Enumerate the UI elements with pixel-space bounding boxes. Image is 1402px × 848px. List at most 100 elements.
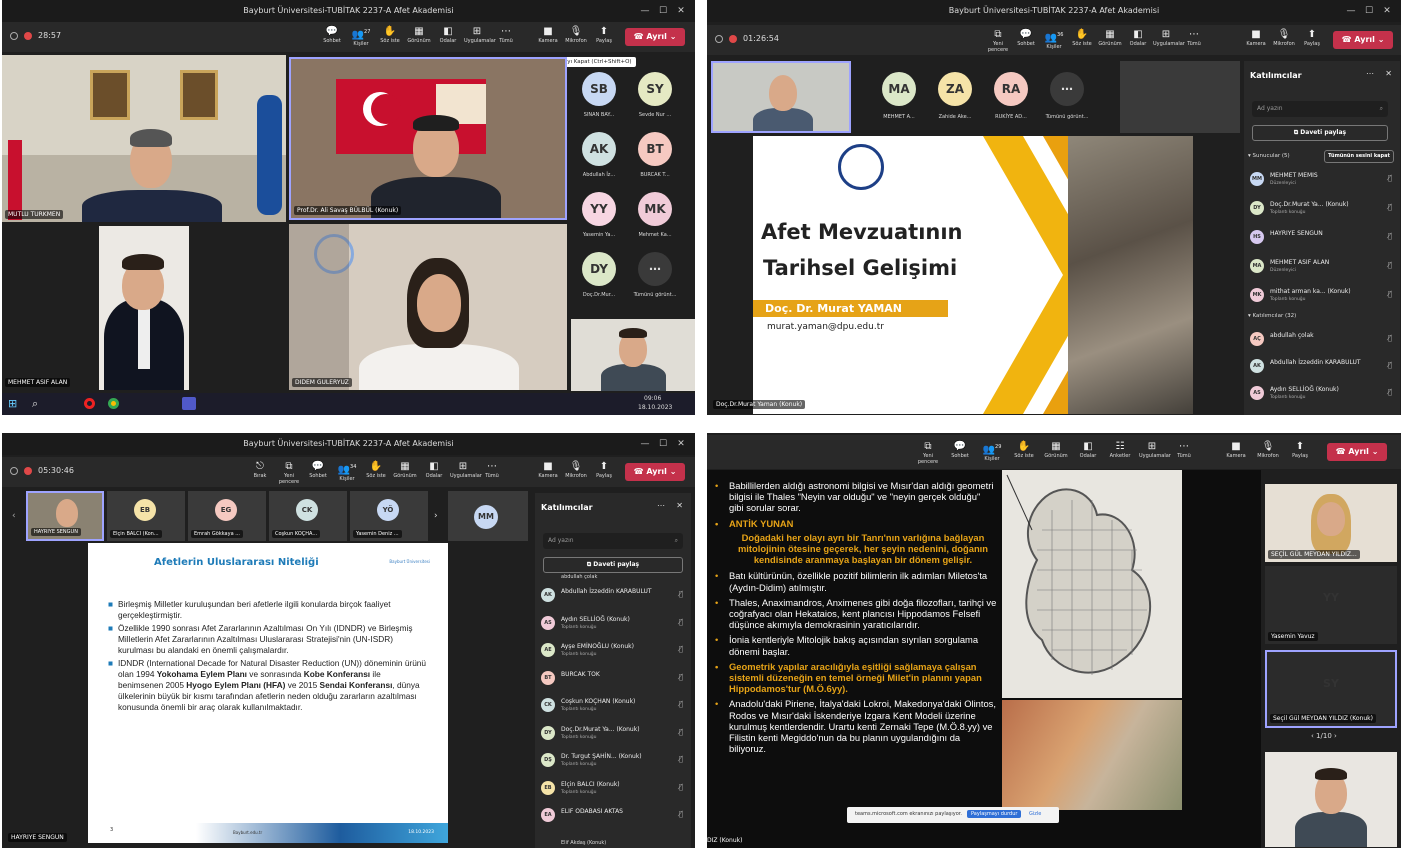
strip-tile[interactable]: YÖ Yasemin Deniz ... [350, 491, 428, 541]
video-tile-mehmet[interactable]: MEHMET ASIF ALAN [2, 224, 286, 390]
toolbar-sohbet-button[interactable]: 💬 Sohbet [947, 441, 973, 459]
avatar-mk[interactable]: MK [638, 192, 672, 226]
toolbar-payla--button[interactable]: ⬆ Paylaş [591, 461, 617, 479]
search-input[interactable]: Ad yazın ⌕ [543, 533, 683, 549]
avatar-sb[interactable]: SB [582, 72, 616, 106]
toolbar-yeni-pencere-button[interactable]: ⧉ Yeni pencere [985, 29, 1011, 53]
toolbar-kamera-button[interactable]: ■ Kamera [535, 461, 561, 479]
more-icon[interactable]: ⋯ [1366, 69, 1374, 78]
avatar-sy[interactable]: SY [638, 72, 672, 106]
toolbar-kamera-button[interactable]: ■ Kamera [1243, 29, 1269, 47]
maximize-button[interactable]: ☐ [655, 433, 671, 455]
avatar-more[interactable]: ⋯ [1050, 72, 1084, 106]
toolbar-s-z-iste-button[interactable]: ✋ Söz iste [1011, 441, 1037, 459]
toolbar-mikrofon-button[interactable]: 🎙 Mikrofon [1255, 441, 1281, 459]
avatar-yy[interactable]: YY [582, 192, 616, 226]
hide-button[interactable]: Gizle [1029, 811, 1041, 817]
participant-row[interactable]: HS HAYRIYE SENGUN 🎙̸ [1250, 227, 1394, 249]
participant-row[interactable]: AK Abdullah İzzeddin KARABULUT 🎙̸ [541, 585, 685, 607]
pager[interactable]: ‹ 1/10 › [1311, 732, 1337, 740]
toolbar-g-r-n-m-button[interactable]: ▦ Görünüm [406, 26, 432, 44]
close-icon[interactable]: ✕ [1385, 69, 1392, 78]
toolbar-kamera-button[interactable]: ■ Kamera [1223, 441, 1249, 459]
toolbar-payla--button[interactable]: ⬆ Paylaş [1287, 441, 1313, 459]
video-tile-self[interactable] [571, 319, 695, 391]
toolbar-kamera-button[interactable]: ■ Kamera [535, 26, 561, 44]
strip-tile[interactable]: HAYRIYE SENGUN [26, 491, 104, 541]
chrome-icon[interactable] [108, 398, 119, 409]
toolbar-sohbet-button[interactable]: 💬 Sohbet [319, 26, 345, 44]
participant-row[interactable]: AÇ abdullah çolak 🎙̸ [1250, 329, 1394, 351]
participant-row[interactable]: AS Aydın SELLİOĞ (Konuk) Toplantı konuğu… [541, 613, 685, 635]
toolbar-anketler-button[interactable]: ☷ Anketler [1107, 441, 1133, 459]
participant-row[interactable]: DY Doç.Dr.Murat Ya... (Konuk) Toplantı k… [1250, 198, 1394, 220]
toolbar-s-z-iste-button[interactable]: ✋ Söz iste [1069, 29, 1095, 47]
toolbar-payla--button[interactable]: ⬆ Paylaş [1299, 29, 1325, 47]
toolbar-t-m--button[interactable]: ⋯ Tümü [479, 461, 505, 479]
minimize-button[interactable]: — [637, 433, 653, 455]
invite-button[interactable]: ⧉ Daveti paylaş [543, 557, 683, 573]
video-tile-secil[interactable]: SEÇİL GÜL MEYDAN YILDIZ... [1265, 484, 1397, 562]
toolbar-ki-iler-button[interactable]: 👥36 Kişiler [1041, 29, 1067, 50]
leave-button[interactable]: ☎ Ayrıl ⌄ [1333, 31, 1393, 49]
close-window-button[interactable]: ✕ [1379, 0, 1395, 22]
toolbar-ki-iler-button[interactable]: 👥27 Kişiler [348, 26, 374, 47]
avatar-bt[interactable]: BT [638, 132, 672, 166]
minimize-button[interactable]: — [637, 0, 653, 22]
participant-row[interactable]: MA MEHMET ASIF ALAN Düzenleyici 🎙̸ [1250, 256, 1394, 278]
toolbar-g-r-n-m-button[interactable]: ▦ Görünüm [1097, 29, 1123, 47]
participant-row[interactable]: DŞ Dr. Turgut ŞAHİN... (Konuk) Toplantı … [541, 750, 685, 772]
avatar-ra[interactable]: RA [994, 72, 1028, 106]
toolbar-s-z-iste-button[interactable]: ✋ Söz iste [377, 26, 403, 44]
toolbar-s-z-iste-button[interactable]: ✋ Söz iste [363, 461, 389, 479]
participant-row[interactable]: BT BURCAK TOK 🎙̸ [541, 668, 685, 690]
strip-prev-icon[interactable]: ‹ [12, 511, 16, 521]
avatar-more[interactable]: ⋯ [638, 252, 672, 286]
participant-row[interactable]: MM MEHMET MEMIS Düzenleyici 🎙̸ [1250, 169, 1394, 191]
close-window-button[interactable]: ✕ [673, 0, 689, 22]
toolbar-uygulamalar-button[interactable]: ⊞ Uygulamalar [464, 26, 496, 44]
participant-row[interactable]: DY Doç.Dr.Murat Ya... (Konuk) Toplantı k… [541, 723, 685, 745]
windows-start-icon[interactable]: ⊞ [8, 397, 17, 410]
participant-row[interactable]: CK Coşkun KOÇHAN (Konuk) Toplantı konuğu… [541, 695, 685, 717]
participant-row[interactable]: AK Abdullah İzzeddin KARABULUT 🎙̸ [1250, 356, 1394, 378]
prev-page-icon[interactable]: ‹ [1311, 732, 1314, 740]
opera-icon[interactable] [84, 398, 95, 409]
leave-button[interactable]: ☎ Ayrıl ⌄ [625, 28, 685, 46]
presenters-section[interactable]: ▾ Sunucular (5) [1248, 153, 1290, 159]
video-tile-presenter[interactable] [711, 61, 851, 133]
toolbar-odalar-button[interactable]: ◧ Odalar [1075, 441, 1101, 459]
avatar-dy[interactable]: DY [582, 252, 616, 286]
attendees-section[interactable]: ▾ Katılımcılar (32) [1248, 313, 1296, 319]
avatar-tile-sy[interactable]: SY Seçil Gül MEYDAN YILDIZ (Konuk) [1265, 650, 1397, 728]
avatar-ma[interactable]: MA [882, 72, 916, 106]
search-input[interactable]: Ad yazın ⌕ [1252, 101, 1388, 117]
next-page-icon[interactable]: › [1334, 732, 1337, 740]
participant-row[interactable]: EB Elçin BALCI (Konuk) Toplantı konuğu 🎙… [541, 778, 685, 800]
strip-tile[interactable]: EB Elçin BALCI (Kon... [107, 491, 185, 541]
toolbar-b-rak-button[interactable]: ⎋ Bırak [247, 461, 273, 479]
participant-row[interactable]: EA ELIF ODABASI AKTAS 🎙̸ [541, 805, 685, 827]
maximize-button[interactable]: ☐ [1361, 0, 1377, 22]
video-tile-ali[interactable]: Prof.Dr. Ali Savaş BÜLBÜL (Konuk) [289, 57, 567, 220]
toolbar-mikrofon-button[interactable]: 🎙 Mikrofon [563, 461, 589, 479]
toolbar-yeni-pencere-button[interactable]: ⧉ Yeni pencere [915, 441, 941, 465]
video-tile-didem[interactable]: DIDEM GULERYUZ [289, 224, 567, 390]
leave-button[interactable]: ☎ Ayrıl ⌄ [1327, 443, 1387, 461]
toolbar-odalar-button[interactable]: ◧ Odalar [421, 461, 447, 479]
toolbar-sohbet-button[interactable]: 💬 Sohbet [305, 461, 331, 479]
close-window-button[interactable]: ✕ [673, 433, 689, 455]
toolbar-t-m--button[interactable]: ⋯ Tümü [1181, 29, 1207, 47]
strip-tile[interactable]: EG Emrah Gökkaya ... [188, 491, 266, 541]
avatar-ak[interactable]: AK [582, 132, 616, 166]
stop-sharing-button[interactable]: Paylaşmayı durdur [967, 810, 1022, 818]
close-icon[interactable]: ✕ [676, 501, 683, 510]
video-tile-self[interactable] [1265, 752, 1397, 847]
participant-row[interactable]: AE Ayşe EMİNOĞLU (Konuk) Toplantı konuğu… [541, 640, 685, 662]
toolbar-ki-iler-button[interactable]: 👥34 Kişiler [334, 461, 360, 482]
toolbar-mikrofon-button[interactable]: 🎙 Mikrofon [563, 26, 589, 44]
more-icon[interactable]: ⋯ [657, 501, 665, 510]
toolbar-odalar-button[interactable]: ◧ Odalar [435, 26, 461, 44]
search-icon[interactable]: ⌕ [32, 397, 38, 411]
avatar-tile-yy[interactable]: YY Yasemin Yavuz [1265, 566, 1397, 644]
